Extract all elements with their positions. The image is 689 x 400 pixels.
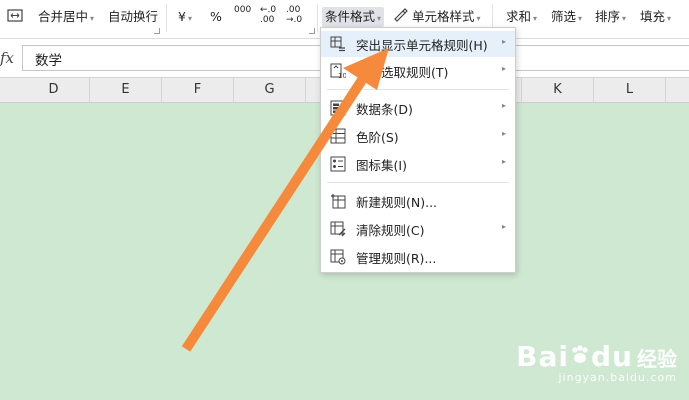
watermark-brand: Bai: [516, 340, 570, 373]
watermark-suffix: 经验: [637, 347, 677, 371]
paw-icon: [572, 345, 588, 363]
watermark-brand-2: du: [591, 340, 633, 373]
baidu-watermark: Bai du 经验 jingyan.baidu.com: [516, 340, 677, 384]
